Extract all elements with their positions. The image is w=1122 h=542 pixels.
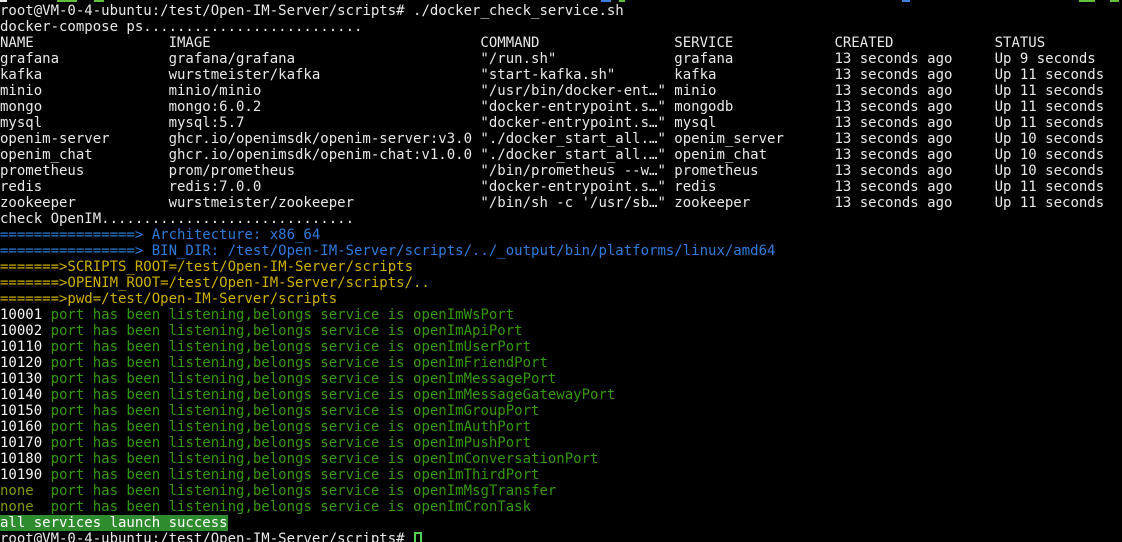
table-row: mysql mysql:5.7 "docker-entrypoint.s…" m…	[0, 115, 1122, 131]
env-line-text: ================> Architecture: x86_64	[0, 227, 320, 243]
port-number: 10150	[0, 403, 51, 419]
table-row: openim_chat ghcr.io/openimsdk/openim-cha…	[0, 147, 1122, 163]
success-highlight: all services launch success	[0, 515, 228, 531]
table-row-text: minio minio/minio "/usr/bin/docker-ent…"…	[0, 83, 1104, 99]
port-line: none port has been listening,belongs ser…	[0, 483, 1122, 499]
prompt-space	[405, 3, 413, 19]
terminal-cursor[interactable]	[414, 532, 422, 542]
env-line-text: ================> BIN_DIR: /test/Open-IM…	[0, 243, 775, 259]
port-number: 10002	[0, 323, 51, 339]
port-message: port has been listening,belongs service …	[51, 339, 531, 355]
port-line: 10180 port has been listening,belongs se…	[0, 451, 1122, 467]
table-row: minio minio/minio "/usr/bin/docker-ent…"…	[0, 83, 1122, 99]
clipped-text-fragment	[902, 0, 910, 2]
port-number: 10001	[0, 307, 51, 323]
port-line: 10150 port has been listening,belongs se…	[0, 403, 1122, 419]
command-text: ./docker_check_service.sh	[413, 3, 624, 19]
port-line: 10130 port has been listening,belongs se…	[0, 371, 1122, 387]
check-openim-line: check OpenIM............................…	[0, 211, 1122, 227]
table-row: grafana grafana/grafana "/run.sh" grafan…	[0, 51, 1122, 67]
port-number: 10110	[0, 339, 51, 355]
clipped-text-fragment	[1110, 0, 1119, 2]
port-number: none	[0, 483, 51, 499]
port-number: 10180	[0, 451, 51, 467]
docker-ps-table: NAME IMAGE COMMAND SERVICE CREATED STATU…	[0, 35, 1122, 211]
port-line: 10140 port has been listening,belongs se…	[0, 387, 1122, 403]
env-line: ================> Architecture: x86_64	[0, 227, 1122, 243]
port-message: port has been listening,belongs service …	[51, 323, 523, 339]
port-number: 10160	[0, 419, 51, 435]
table-row: redis redis:7.0.0 "docker-entrypoint.s…"…	[0, 179, 1122, 195]
port-line: 10120 port has been listening,belongs se…	[0, 355, 1122, 371]
port-message: port has been listening,belongs service …	[51, 307, 515, 323]
port-line: 10170 port has been listening,belongs se…	[0, 435, 1122, 451]
env-line: =======>OPENIM_ROOT=/test/Open-IM-Server…	[0, 275, 1122, 291]
port-line: 10001 port has been listening,belongs se…	[0, 307, 1122, 323]
port-number: 10130	[0, 371, 51, 387]
clipped-text-fragment	[601, 0, 611, 2]
table-row: mongo mongo:6.0.2 "docker-entrypoint.s…"…	[0, 99, 1122, 115]
prompt: root@VM-0-4-ubuntu:/test/Open-IM-Server/…	[0, 531, 405, 542]
clipped-text-fragment	[619, 0, 625, 2]
port-listening-lines: 10001 port has been listening,belongs se…	[0, 307, 1122, 515]
env-line: ================> BIN_DIR: /test/Open-IM…	[0, 243, 1122, 259]
env-line: =======>pwd=/test/Open-IM-Server/scripts	[0, 291, 1122, 307]
table-row-text: openim-server ghcr.io/openimsdk/openim-s…	[0, 131, 1104, 147]
table-header-row: NAME IMAGE COMMAND SERVICE CREATED STATU…	[0, 35, 1122, 51]
port-number: 10170	[0, 435, 51, 451]
table-row-text: grafana grafana/grafana "/run.sh" grafan…	[0, 51, 1096, 67]
port-message: port has been listening,belongs service …	[51, 435, 531, 451]
prompt-line: root@VM-0-4-ubuntu:/test/Open-IM-Server/…	[0, 3, 1122, 19]
success-line: all services launch success	[0, 515, 1122, 531]
table-row-text: kafka wurstmeister/kafka "start-kafka.sh…	[0, 67, 1104, 83]
port-message: port has been listening,belongs service …	[51, 499, 531, 515]
port-message: port has been listening,belongs service …	[51, 467, 540, 483]
port-message: port has been listening,belongs service …	[51, 483, 557, 499]
table-row-text: mysql mysql:5.7 "docker-entrypoint.s…" m…	[0, 115, 1104, 131]
port-number: 10140	[0, 387, 51, 403]
clipped-text-fragment	[57, 0, 77, 2]
env-line: =======>SCRIPTS_ROOT=/test/Open-IM-Serve…	[0, 259, 1122, 275]
table-header-text: NAME IMAGE COMMAND SERVICE CREATED STATU…	[0, 35, 1045, 51]
table-row: prometheus prom/prometheus "/bin/prometh…	[0, 163, 1122, 179]
port-number: 10190	[0, 467, 51, 483]
prompt: root@VM-0-4-ubuntu:/test/Open-IM-Server/…	[0, 3, 405, 19]
table-row: openim-server ghcr.io/openimsdk/openim-s…	[0, 131, 1122, 147]
port-line: 10190 port has been listening,belongs se…	[0, 467, 1122, 483]
table-row-text: prometheus prom/prometheus "/bin/prometh…	[0, 163, 1104, 179]
table-row: zookeeper wurstmeister/zookeeper "/bin/s…	[0, 195, 1122, 211]
port-message: port has been listening,belongs service …	[51, 419, 531, 435]
env-line-text: =======>SCRIPTS_ROOT=/test/Open-IM-Serve…	[0, 259, 413, 275]
env-line-text: =======>pwd=/test/Open-IM-Server/scripts	[0, 291, 337, 307]
port-message: port has been listening,belongs service …	[51, 371, 557, 387]
terminal-window[interactable]: root@VM-0-4-ubuntu:/test/Open-IM-Server/…	[0, 0, 1122, 542]
port-message: port has been listening,belongs service …	[51, 355, 548, 371]
port-number: 10120	[0, 355, 51, 371]
port-line: 10002 port has been listening,belongs se…	[0, 323, 1122, 339]
port-message: port has been listening,belongs service …	[51, 387, 616, 403]
port-line: 10110 port has been listening,belongs se…	[0, 339, 1122, 355]
env-line-text: =======>OPENIM_ROOT=/test/Open-IM-Server…	[0, 275, 430, 291]
env-info-lines: ================> Architecture: x86_64==…	[0, 227, 1122, 307]
port-line: 10160 port has been listening,belongs se…	[0, 419, 1122, 435]
clipped-text-fragment	[94, 0, 104, 2]
table-row-text: openim_chat ghcr.io/openimsdk/openim-cha…	[0, 147, 1104, 163]
clipped-text-fragment	[0, 0, 7, 2]
port-line: none port has been listening,belongs ser…	[0, 499, 1122, 515]
table-row-text: mongo mongo:6.0.2 "docker-entrypoint.s…"…	[0, 99, 1104, 115]
port-message: port has been listening,belongs service …	[51, 451, 599, 467]
port-message: port has been listening,belongs service …	[51, 403, 540, 419]
table-row-text: redis redis:7.0.0 "docker-entrypoint.s…"…	[0, 179, 1104, 195]
final-prompt-line: root@VM-0-4-ubuntu:/test/Open-IM-Server/…	[0, 531, 1122, 542]
port-number: none	[0, 499, 51, 515]
table-row: kafka wurstmeister/kafka "start-kafka.sh…	[0, 67, 1122, 83]
clipped-text-fragment	[1079, 0, 1095, 2]
prompt-space	[405, 531, 413, 542]
compose-progress-line: docker-compose ps.......................…	[0, 19, 1122, 35]
table-row-text: zookeeper wurstmeister/zookeeper "/bin/s…	[0, 195, 1104, 211]
